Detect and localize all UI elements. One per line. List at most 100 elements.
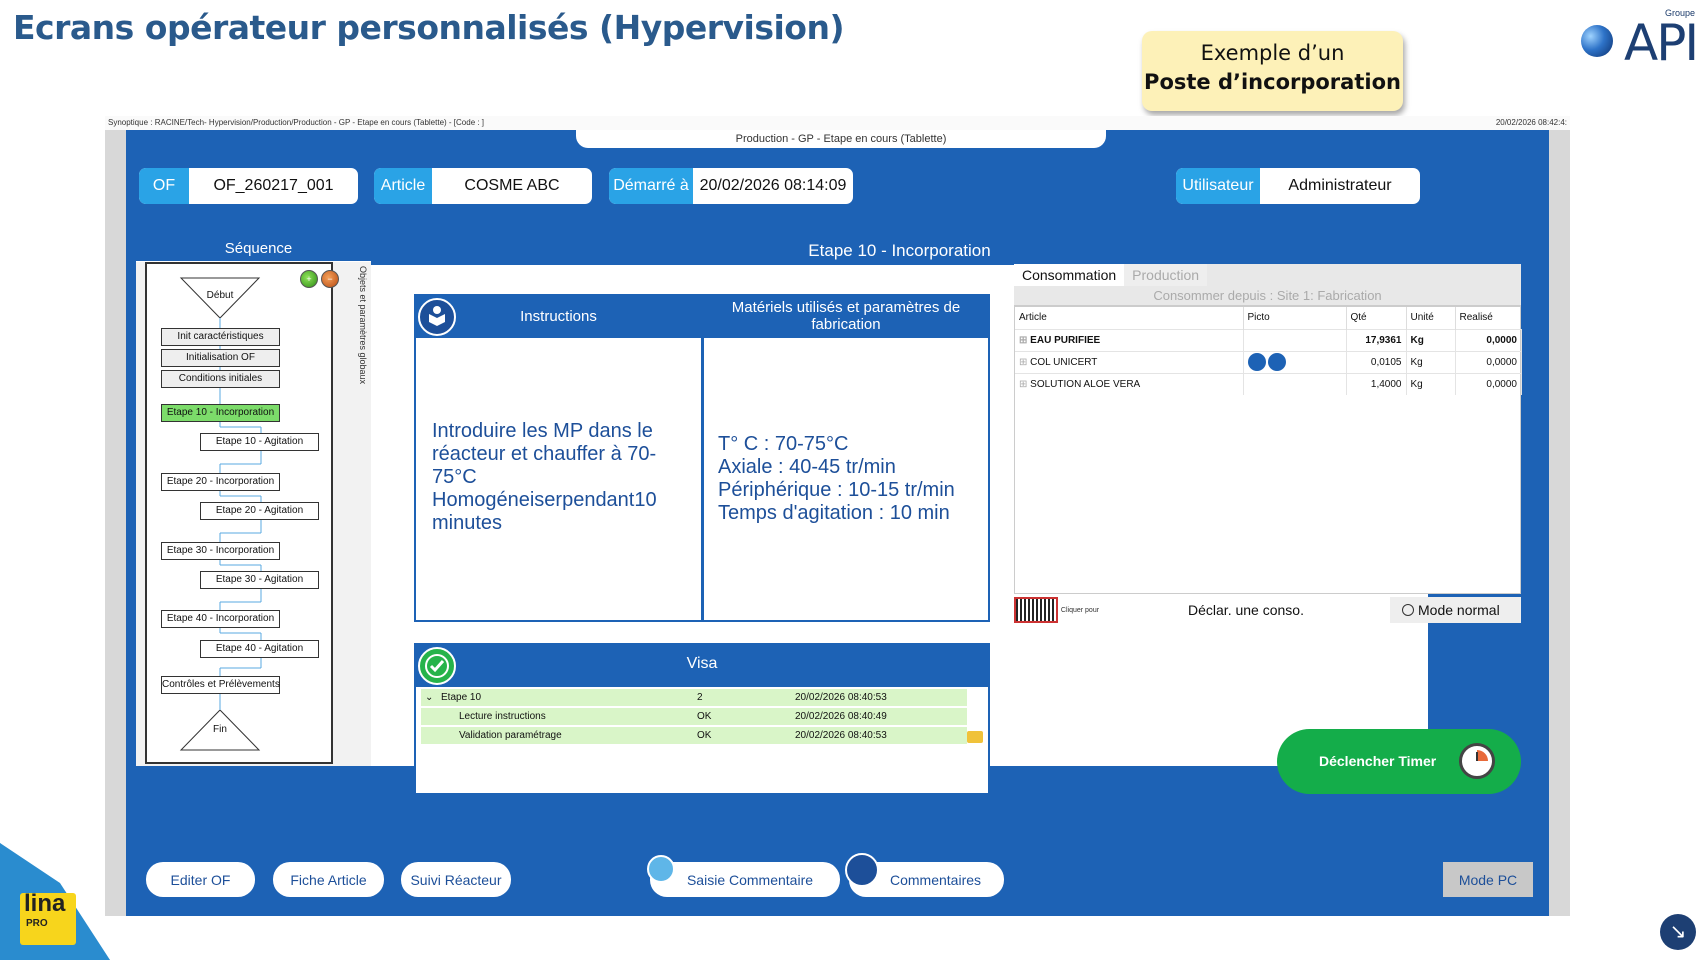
instructions-card: Instructions Introduire les MP dans le r…: [414, 294, 703, 622]
chevron-down-icon: ⌄: [425, 692, 434, 703]
note-icon: [647, 855, 675, 883]
step-20-agitation[interactable]: Etape 20 - Agitation: [200, 502, 319, 520]
gloves-icon: [1247, 353, 1266, 371]
step-init-of[interactable]: Initialisation OF: [161, 349, 280, 367]
tab-production[interactable]: Production: [1124, 264, 1208, 286]
row-unit: Kg: [1406, 328, 1456, 351]
col-unit: Unité: [1406, 307, 1456, 329]
table-row[interactable]: ⊞ COL UNICERT 0,0105 Kg 0,0000: [1015, 350, 1522, 373]
start-label: Début: [206, 290, 234, 301]
visa-row[interactable]: Validation paramétrage OK 20/02/2026 08:…: [421, 727, 967, 745]
commentaires-label: Commentaires: [889, 871, 982, 888]
app-datetime: 20/02/2026 08:42:4:: [1495, 118, 1567, 127]
step-10-incorporation[interactable]: Etape 10 - Incorporation: [161, 404, 280, 422]
consumption-list: Article Picto Qté Unité Realisé ⊞ EAU PU…: [1014, 306, 1522, 594]
user-label: Utilisateur: [1176, 168, 1260, 204]
row-done: 0,0000: [1455, 328, 1522, 351]
step-40-incorporation[interactable]: Etape 40 - Incorporation: [161, 610, 280, 628]
visa-name: Validation paramétrage: [459, 730, 562, 741]
user-field: Utilisateur Administrateur: [1176, 168, 1420, 204]
sequence-title: Séquence: [136, 236, 381, 262]
row-qty: 0,0105: [1346, 350, 1407, 373]
saisie-commentaire-label: Saisie Commentaire: [686, 871, 814, 888]
row-unit: Kg: [1406, 350, 1456, 373]
materials-card: Matériels utilisés et paramètres de fabr…: [702, 294, 990, 622]
logo-globe-icon: [1581, 25, 1613, 57]
instructions-title: Instructions: [416, 296, 701, 338]
step-20-incorporation[interactable]: Etape 20 - Incorporation: [161, 473, 280, 491]
visa-name: Lecture instructions: [459, 711, 546, 722]
start-value: 20/02/2026 08:14:09: [699, 177, 847, 194]
instructions-text: Introduire les MP dans le réacteur et ch…: [432, 420, 657, 534]
arrow-down-right-icon[interactable]: ↘: [1660, 914, 1696, 950]
visa-panel: Visa ⌄ Etape 10 2 20/02/2026 08:40:53 Le…: [414, 643, 990, 795]
param-axial: Axiale : 40-45 tr/min: [718, 456, 896, 478]
example-callout: Exemple d’un Poste d’incorporation: [1142, 31, 1403, 111]
col-qty: Qté: [1346, 307, 1407, 329]
mode-normal-toggle[interactable]: Mode normal: [1390, 597, 1521, 623]
visa-name: Etape 10: [441, 692, 482, 703]
consumption-panel: Consommation Production Consommer depuis…: [1014, 264, 1522, 623]
suivi-reacteur-button[interactable]: Suivi Réacteur: [401, 862, 511, 897]
step-30-incorporation[interactable]: Etape 30 - Incorporation: [161, 542, 280, 560]
visa-date: 20/02/2026 08:40:53: [795, 692, 887, 703]
stopwatch-icon: [1459, 743, 1495, 779]
goggles-icon: [1268, 353, 1287, 371]
step-30-agitation[interactable]: Etape 30 - Agitation: [200, 571, 319, 589]
app-topbar: Synoptique : RACINE/Tech- Hypervision/Pr…: [105, 116, 1570, 130]
trigger-timer-button[interactable]: Déclencher Timer: [1277, 729, 1521, 794]
edit-of-button[interactable]: Editer OF: [146, 862, 255, 897]
mode-pc-button[interactable]: Mode PC: [1443, 862, 1533, 897]
col-article: Article: [1015, 307, 1244, 329]
row-article: EAU PURIFIEE: [1030, 334, 1101, 346]
table-header: Article Picto Qté Unité Realisé: [1015, 307, 1522, 329]
book-reader-icon: [418, 298, 456, 336]
consumption-actions: Cliquer pour Déclar. une conso. Mode nor…: [1014, 596, 1521, 624]
declare-consumption-button[interactable]: Déclar. une conso.: [1102, 597, 1390, 623]
article-label: Article: [374, 168, 432, 204]
visa-status: OK: [697, 730, 712, 741]
user-value: Administrateur: [1288, 177, 1392, 194]
row-article: COL UNICERT: [1030, 356, 1098, 368]
start-label: Démarré à: [609, 168, 693, 204]
lina-name: lina: [24, 890, 66, 917]
param-peripheral: Périphérique : 10-15 tr/min: [718, 479, 955, 501]
row-qty: 17,9361: [1346, 328, 1407, 351]
slide: Ecrans opérateur personnalisés (Hypervis…: [0, 0, 1707, 960]
materials-params: T° C : 70-75°C Axiale : 40-45 tr/min Pér…: [718, 433, 988, 525]
col-done: Realisé: [1459, 312, 1493, 324]
visa-row[interactable]: ⌄ Etape 10 2 20/02/2026 08:40:53: [421, 689, 967, 707]
global-objects-label: Objets et paramètres globaux: [358, 266, 368, 385]
comments-book-icon: [845, 853, 879, 887]
row-unit: Kg: [1406, 372, 1456, 395]
visa-date: 20/02/2026 08:40:49: [795, 711, 887, 722]
table-row[interactable]: ⊞ EAU PURIFIEE 17,9361 Kg 0,0000: [1015, 328, 1522, 351]
table-row[interactable]: ⊞ SOLUTION ALOE VERA 1,4000 Kg 0,0000: [1015, 372, 1522, 395]
article-value: COSME ABC: [464, 177, 560, 194]
row-done: 0,0000: [1455, 372, 1522, 395]
slide-title: Ecrans opérateur personnalisés (Hypervis…: [13, 8, 845, 47]
of-label: OF: [139, 168, 189, 204]
row-qty: 1,4000: [1346, 372, 1407, 395]
timer-label: Déclencher Timer: [1319, 753, 1437, 769]
step-40-agitation[interactable]: Etape 40 - Agitation: [200, 640, 319, 658]
logo-text: API: [1624, 14, 1699, 72]
callout-line2: Poste d’incorporation: [1144, 70, 1401, 94]
consumption-table: Article Picto Qté Unité Realisé ⊞ EAU PU…: [1015, 307, 1522, 395]
tab-consommation[interactable]: Consommation: [1014, 264, 1125, 286]
fiche-article-button[interactable]: Fiche Article: [273, 862, 384, 897]
article-field: Article COSME ABC: [374, 168, 592, 204]
visa-row[interactable]: Lecture instructions OK 20/02/2026 08:40…: [421, 708, 967, 726]
step-init-characteristics[interactable]: Init caractéristiques: [161, 328, 280, 346]
visa-status: OK: [697, 711, 712, 722]
radio-icon: [1402, 604, 1414, 616]
barcode-icon[interactable]: [1014, 597, 1058, 623]
step-10-agitation[interactable]: Etape 10 - Agitation: [200, 433, 319, 451]
saisie-commentaire-button[interactable]: Saisie Commentaire: [650, 862, 840, 897]
step-initial-conditions[interactable]: Conditions initiales: [161, 370, 280, 388]
step-controls-samples[interactable]: Contrôles et Prélèvements: [161, 676, 280, 694]
materials-title: Matériels utilisés et paramètres de fabr…: [704, 296, 988, 338]
folder-icon[interactable]: [967, 731, 983, 743]
param-temperature: T° C : 70-75°C: [718, 433, 849, 455]
check-icon: [418, 647, 456, 685]
